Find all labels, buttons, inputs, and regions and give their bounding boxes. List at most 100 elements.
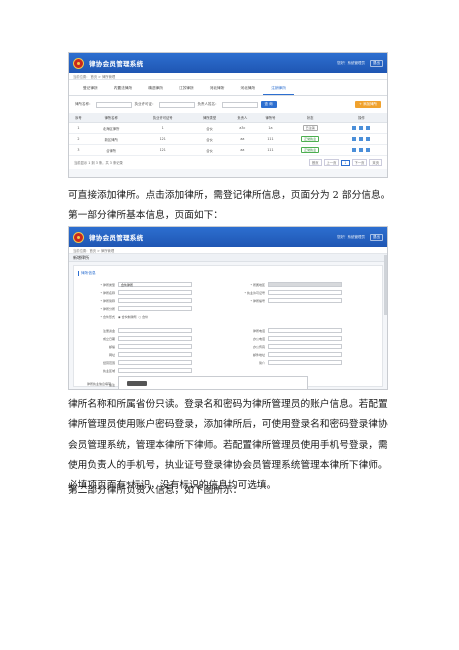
tab-4[interactable]: 江苏律所: [171, 84, 202, 95]
delete-icon[interactable]: [366, 125, 371, 130]
field-label: * 所属地区: [250, 282, 265, 287]
pager-item[interactable]: 1: [341, 160, 350, 166]
add-law-firm-button[interactable]: + 添加律所: [354, 101, 381, 108]
field-label: 成立日期: [102, 336, 115, 341]
field-input[interactable]: [268, 328, 342, 333]
user-greeting: 您好！系统管理员: [337, 60, 365, 65]
field-input[interactable]: [268, 352, 342, 357]
emblem-icon: [73, 231, 84, 243]
app-header-2: 律协会员管理系统 您好！系统管理员 退出: [69, 227, 387, 247]
column-header: 序号: [69, 113, 88, 123]
submit-button[interactable]: [127, 381, 147, 386]
radio-option[interactable]: ◉ 合伙制律所 ○ 合伙: [118, 315, 148, 319]
pager-item[interactable]: 下一页: [351, 159, 368, 166]
field-input[interactable]: [268, 282, 342, 287]
screenshot-law-firm-list: 律协会员管理系统 您好！系统管理员 退出 当前位置： 首页 > 律所管理 登记律…: [68, 52, 388, 178]
pager-item[interactable]: 首页: [308, 159, 322, 166]
field-input[interactable]: [118, 344, 192, 349]
table-row: 2 新区律所 121 合伙 aa 111 正常执业: [69, 133, 387, 145]
search-button[interactable]: 查 询: [260, 101, 277, 108]
tab-3[interactable]: 精选律所: [140, 84, 171, 95]
form-col-right: 邮件地址: [228, 352, 378, 357]
delete-icon[interactable]: [366, 136, 371, 141]
field-input[interactable]: [118, 336, 192, 341]
tab-2[interactable]: 内置法律所: [106, 84, 140, 95]
field-input[interactable]: [118, 328, 192, 333]
radio-label: 合伙制律所: [121, 314, 137, 319]
status-badge: 正常执业: [301, 136, 320, 142]
form-col-left: * 律所类型 合伙律所: [78, 282, 228, 287]
table-cell: 1: [69, 122, 88, 134]
table-cell: 121: [134, 133, 191, 145]
field-input[interactable]: [118, 360, 192, 365]
scrollbar[interactable]: [384, 255, 387, 315]
field-label: 办公电话: [252, 336, 265, 341]
contact-row: 注册资金 律所电话: [78, 327, 378, 334]
table-row: 3 合律所 121 合伙 aa 111 正常执业: [69, 144, 387, 156]
filter-bar: 律所名称： 执业许可证： 负责人姓名： 查 询 + 添加律所: [69, 96, 387, 113]
field-label: 邮编: [108, 344, 115, 349]
table-row: 1 北海区律所 1 合伙 a3c 1a 已注销: [69, 122, 387, 134]
delete-icon[interactable]: [366, 147, 371, 152]
table-cell: 合律所: [87, 144, 135, 156]
tab-5[interactable]: 河北律所: [202, 84, 233, 95]
field-label: * 律所编号: [250, 298, 265, 303]
breadcrumb-2: 当前位置：首页 > 律所管理: [69, 247, 387, 254]
law-firm-form: 律所信息 * 律所类型 合伙律所 * 所属地区 * 律所名称 * 执业许可证号 * 律所简…: [73, 265, 383, 389]
filter-code-input[interactable]: [158, 101, 195, 108]
form-row: * 律所类型 合伙律所 * 所属地区: [78, 281, 378, 288]
field-input[interactable]: [118, 352, 192, 357]
column-header: 执业许可证号: [134, 113, 191, 123]
table-cell: 合伙: [190, 144, 229, 156]
form-col-right: * 律所编号: [228, 298, 378, 303]
radio-label: 合伙: [142, 314, 149, 319]
tab-7[interactable]: 注销律所: [263, 84, 294, 95]
logout-button[interactable]: 退出: [370, 59, 383, 67]
field-label: 网址: [108, 352, 115, 357]
column-header: 律所类型: [190, 113, 229, 123]
edit-icon[interactable]: [359, 147, 364, 152]
field-label: * 律所分所: [100, 306, 115, 311]
field-input[interactable]: [118, 368, 192, 373]
pager-item[interactable]: 末页: [369, 159, 382, 166]
edit-icon[interactable]: [359, 125, 364, 130]
field-input[interactable]: [268, 360, 342, 365]
tab-1[interactable]: 登记律所: [75, 84, 106, 95]
field-label: * 执业许可证号: [244, 290, 265, 295]
tab-6[interactable]: 河北律所: [232, 84, 263, 95]
field-input[interactable]: [118, 298, 192, 303]
field-input[interactable]: [268, 336, 342, 341]
field-label: 邮件地址: [252, 352, 265, 357]
form-col-left: 网址: [78, 352, 228, 357]
table-cell: aa: [228, 133, 257, 145]
table-cell: 正常执业: [284, 144, 336, 156]
table-cell: 合伙: [190, 122, 229, 134]
field-input[interactable]: [118, 290, 192, 295]
field-label: 律所电话: [252, 328, 265, 333]
actions-cell: [335, 122, 387, 134]
pager-item[interactable]: 上一页: [323, 159, 340, 166]
paragraph-1: 可直接添加律所。点击添加律所，需登记律所信息，页面分为 2 部分信息。第一部分律…: [68, 190, 391, 222]
field-input[interactable]: [268, 298, 342, 303]
view-icon[interactable]: [352, 125, 357, 130]
logout-button-2[interactable]: 退出: [370, 233, 383, 241]
field-input[interactable]: 合伙律所: [118, 282, 192, 287]
field-label: 简介: [258, 360, 265, 365]
edit-icon[interactable]: [359, 136, 364, 141]
table-cell: 111: [256, 144, 285, 156]
view-icon[interactable]: [352, 147, 357, 152]
field-input[interactable]: [118, 306, 192, 311]
field-input[interactable]: [268, 344, 342, 349]
filter-name-input[interactable]: [95, 101, 132, 108]
table-cell: 1a: [256, 122, 285, 134]
form-col-left: 注册资金: [78, 328, 228, 333]
breadcrumb: 当前位置： 首页 > 律所管理: [69, 73, 387, 80]
form-row: * 律所分所: [78, 305, 378, 312]
app-title-2: 律协会员管理系统: [89, 234, 144, 242]
law-firm-table: 序号 律所名称 执业许可证号 律所类型 负责人 律所号 状态 操作 1 北海区律所 1 合伙 a3c 1…: [69, 113, 387, 156]
filter-person-input[interactable]: [221, 101, 258, 108]
view-icon[interactable]: [352, 136, 357, 141]
form-col-left: 邮编: [78, 344, 228, 349]
form-col-left: * 律所名称: [78, 290, 228, 295]
field-input[interactable]: [268, 290, 342, 295]
